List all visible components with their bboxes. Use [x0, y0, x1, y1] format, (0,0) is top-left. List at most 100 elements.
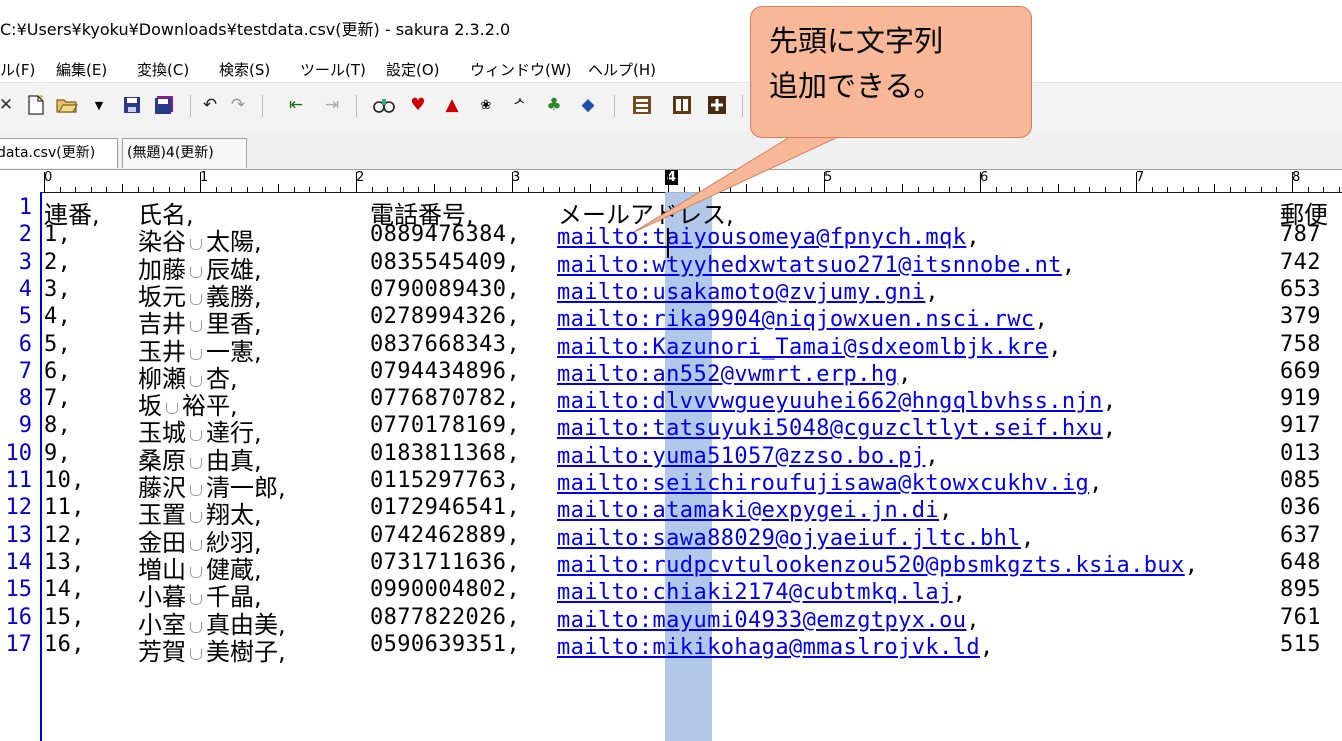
ruler-tick [1292, 172, 1293, 192]
ruler-tick [590, 184, 591, 192]
email-link[interactable]: mailto:Kazunori_Tamai@sdxeomlbjk.kre [557, 335, 1048, 360]
email-link[interactable]: mailto:rika9904@niqjowxuen.nsci.rwc [557, 307, 1035, 332]
line-number: 10 [5, 440, 33, 466]
menu-window[interactable]: ウィンドウ(W) [470, 59, 572, 80]
replace-icon[interactable]: ❀ [474, 93, 498, 117]
line-number: 2 [18, 222, 32, 248]
line-number: 6 [18, 331, 32, 357]
csv-row: 1, 染谷 太陽, 0889476384, mailto:taiyousomeya@fp… [42, 222, 1342, 256]
csv-row: 15, 小室 真由美, 0877822026, mailto:mayumi04933@e… [42, 604, 1342, 639]
line-number: 17 [5, 631, 33, 657]
cell-id: 10, [44, 468, 85, 493]
ruler-tick [668, 172, 669, 192]
jump-forward-icon[interactable]: ⇥ [320, 93, 344, 117]
grep-icon[interactable]: ᄼ [508, 93, 532, 117]
cell-phone: 0835545409, [370, 249, 521, 275]
field-separator: , [1102, 416, 1117, 442]
email-link[interactable]: mailto:yuma51057@zzso.bo.pj [557, 444, 925, 469]
email-link[interactable]: mailto:usakamoto@zvjumy.gni [557, 280, 925, 305]
save-all-icon[interactable] [152, 93, 176, 117]
cell-email: mailto:rudpcvtulookenzou520@pbsmkgzts.ks… [557, 550, 1198, 578]
search-prev-icon[interactable]: ▲ [440, 93, 464, 117]
search-icon[interactable] [372, 93, 396, 117]
cell-postal: 379 [1280, 304, 1321, 330]
menu-search[interactable]: 検索(S) [219, 59, 270, 80]
settings-icon[interactable] [705, 93, 729, 117]
cell-postal: 085 [1280, 468, 1321, 493]
toolbar-separator [262, 95, 263, 117]
menu-file[interactable]: ル(F) [0, 59, 35, 80]
redo-icon[interactable]: ↷ [226, 93, 250, 117]
cell-email: mailto:wtyyhedxwtatsuo271@itsnnobe.nt, [557, 250, 1076, 278]
email-link[interactable]: mailto:atamaki@expygei.jn.di [557, 498, 939, 523]
csv-row: 連番, 氏名, 電話番号, メールアドレス, 郵便 [42, 195, 1342, 229]
csv-row: 4, 吉井 里香, 0278994326, mailto:rika9904@niqjow… [42, 304, 1342, 338]
cell-email: mailto:dlvvvwgueyuuhei662@hngqlbvhss.njn… [557, 386, 1116, 414]
cell-email: mailto:rika9904@niqjowxuen.nsci.rwc, [557, 304, 1048, 332]
close-icon[interactable]: ✕ [0, 93, 18, 117]
cell-phone: 0115297763, [370, 468, 521, 493]
ruler-tick [1136, 172, 1137, 192]
email-link[interactable]: mailto:sawa88029@ojyaeiuf.jltc.bhl [557, 526, 1021, 551]
save-icon[interactable] [120, 93, 144, 117]
text-editor-area[interactable]: 連番, 氏名, 電話番号, メールアドレス, 郵便 1, 染谷 太陽, 0889476384, m… [42, 192, 1342, 741]
ruler-tick [434, 184, 435, 192]
cell-phone: 0278994326, [370, 304, 521, 330]
ruler-tick [746, 184, 747, 192]
cell-phone: 0183811368, [370, 440, 521, 466]
dropdown-icon[interactable]: ▼ [87, 93, 111, 117]
tab-testdata-csv[interactable]: data.csv(更新) [0, 138, 118, 168]
new-file-icon[interactable] [24, 93, 48, 117]
tag-jump-icon[interactable]: ◆ [576, 93, 600, 117]
cell-email: mailto:sawa88029@ojyaeiuf.jltc.bhl, [557, 523, 1035, 551]
cell-postal: 758 [1280, 331, 1321, 357]
ruler-cursor-marker: 4 [665, 170, 679, 185]
menu-tools[interactable]: ツール(T) [300, 59, 366, 80]
cell-email: mailto:an552@vwmrt.erp.hg, [557, 359, 912, 387]
email-link[interactable]: mailto:wtyyhedxwtatsuo271@itsnnobe.nt [557, 253, 1062, 278]
csv-row: 7, 坂裕平, 0776870782, mailto:dlvvvwgueyuuhei6… [42, 386, 1342, 420]
undo-icon[interactable]: ↶ [198, 93, 222, 117]
email-link[interactable]: mailto:rudpcvtulookenzou520@pbsmkgzts.ks… [557, 553, 1185, 578]
open-folder-icon[interactable] [55, 93, 79, 117]
email-link[interactable]: mailto:dlvvvwgueyuuhei662@hngqlbvhss.njn [557, 389, 1103, 414]
cell-id: 13, [44, 549, 85, 575]
cell-email: mailto:Kazunori_Tamai@sdxeomlbjk.kre, [557, 332, 1062, 360]
cell-phone: 0889476384, [370, 222, 521, 248]
menu-edit[interactable]: 編集(E) [56, 59, 107, 80]
email-link[interactable]: mailto:taiyousomeya@fpnych.mqk [557, 225, 966, 250]
email-link[interactable]: mailto:seiichiroufujisawa@ktowxcukhv.ig [557, 471, 1089, 496]
jump-back-icon[interactable]: ⇤ [284, 93, 308, 117]
compare-icon[interactable] [670, 93, 694, 117]
ruler-tick [122, 184, 123, 192]
ruler-tick [1214, 184, 1215, 192]
email-link[interactable]: mailto:mayumi04933@emzgtpyx.ou [557, 608, 966, 633]
cell-name: 芳賀 美樹子, [138, 632, 286, 667]
email-link[interactable]: mailto:an552@vwmrt.erp.hg [557, 362, 898, 387]
tab-untitled-4[interactable]: (無題)4(更新) [122, 138, 247, 168]
cell-postal: 669 [1280, 358, 1321, 384]
email-link[interactable]: mailto:mikikohaga@mmaslrojvk.ld [557, 635, 980, 660]
ruler-label: 6 [980, 170, 989, 185]
outline-icon[interactable] [630, 93, 654, 117]
email-link[interactable]: mailto:tatsuyuki5048@cguzcltlyt.seif.hxu [557, 416, 1103, 441]
toolbar-separator [614, 95, 615, 117]
cell-postal: 919 [1280, 386, 1321, 412]
ruler-tick [356, 172, 357, 192]
line-number: 13 [5, 522, 33, 548]
ruler-label: 3 [512, 170, 521, 185]
csv-row: 10, 藤沢 清一郎, 0115297763, mailto:seiichiroufuj… [42, 468, 1342, 502]
menu-settings[interactable]: 設定(O) [386, 59, 440, 80]
email-link[interactable]: mailto:chiaki2174@cubtmkq.laj [557, 580, 953, 605]
menu-convert[interactable]: 変換(C) [137, 59, 189, 80]
cell-phone: 0731711636, [370, 549, 521, 575]
line-number: 3 [18, 249, 32, 275]
cell-id: 15, [44, 604, 85, 630]
text-caret [667, 228, 669, 258]
cell-postal: 013 [1280, 440, 1321, 466]
menu-help[interactable]: ヘルプ(H) [588, 59, 656, 80]
toolbar-separator [356, 95, 357, 117]
search-next-icon[interactable]: ♥ [406, 93, 430, 117]
cell-id: 3, [44, 276, 72, 302]
bookmark-icon[interactable]: ♣ [542, 93, 566, 117]
